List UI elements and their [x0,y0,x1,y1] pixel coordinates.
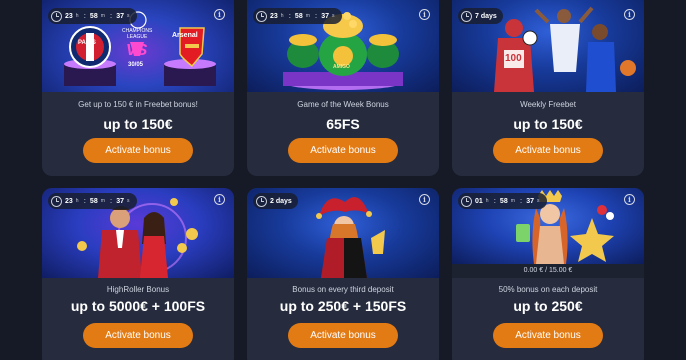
bonus-amount: up to 150€ [513,116,583,132]
jersey-number: 100 [505,53,522,64]
bonus-amount: up to 5000€ + 100FS [70,298,206,314]
countdown-timer: 01 h : 58 m : 37 s [458,193,547,209]
activate-bonus-button[interactable]: Activate bonus [83,138,193,163]
info-icon[interactable]: i [214,194,225,205]
activate-bonus-button[interactable]: Activate bonus [83,323,193,348]
countdown-timer-days: 2 days [253,193,298,209]
bonus-amount: up to 250€ [513,298,583,314]
hero-image-jester: 2 days i [247,188,439,278]
countdown-timer: 23 h : 58 m : 37 s [48,193,137,209]
bonus-amount: 65FS [326,116,360,132]
clock-icon [256,10,267,22]
hero-image-couple: 23 h : 58 m : 37 s i [42,188,234,278]
info-icon[interactable]: i [419,9,430,20]
bonus-card-highroller: 23 h : 58 m : 37 s i HighRoller Bonus up to… [42,188,234,360]
bonus-card-each-deposit: 01 h : 58 m : 37 s i 0.00 € / 15.00 € 50% b… [452,188,644,360]
clock-icon [461,10,472,22]
hero-image-athletes: 100 7 days i [452,0,644,92]
bonus-card-freebet-150: PARIS CHAMPIONS LEAGUE VS Arsenal 30/05 … [42,0,234,176]
info-icon[interactable]: i [624,9,635,20]
bonus-description: Weekly Freebet [520,100,576,109]
countdown-timer-days: 7 days [458,8,503,24]
club-right-text: Arsenal [172,32,198,39]
versus-text: VS [126,42,148,59]
clock-icon [51,195,62,207]
league-title-line2: LEAGUE [127,34,148,40]
bonus-card-weekly-freebet: 100 7 days i Weekly Freebet up to 150€ A… [452,0,644,176]
bonus-grid: PARIS CHAMPIONS LEAGUE VS Arsenal 30/05 … [0,0,686,360]
info-icon[interactable]: i [214,9,225,20]
pot-label: AMIGO [333,64,350,70]
club-left-text: PARIS [78,40,96,46]
bonus-description: Bonus on every third deposit [292,285,394,294]
bonus-description: Game of the Week Bonus [297,100,389,109]
bonus-description: Get up to 150 € in Freebet bonus! [78,100,198,109]
hero-image-champions-league: PARIS CHAMPIONS LEAGUE VS Arsenal 30/05 … [42,0,234,92]
bonus-description: HighRoller Bonus [106,285,170,294]
bonus-description: 50% bonus on each deposit [498,285,598,294]
bonus-card-third-deposit: 2 days i Bonus on every third deposit up… [247,188,439,360]
hero-image-gold-pots: AMIGO 23 h : 58 m : 37 s i [247,0,439,92]
info-icon[interactable]: i [419,194,430,205]
bonus-amount: up to 250€ + 150FS [279,298,407,314]
info-icon[interactable]: i [624,194,635,205]
match-date: 30/05 [128,62,144,68]
activate-bonus-button[interactable]: Activate bonus [288,138,398,163]
clock-icon [256,195,267,207]
activate-bonus-button[interactable]: Activate bonus [288,323,398,348]
wagering-progress-text: 0.00 € / 15.00 € [452,264,644,278]
activate-bonus-button[interactable]: Activate bonus [493,138,603,163]
countdown-timer: 23 h : 58 m : 37 s [253,8,342,24]
activate-bonus-button[interactable]: Activate bonus [493,323,603,348]
countdown-timer: 23 h : 58 m : 37 s [48,8,137,24]
bonus-card-game-of-week: AMIGO 23 h : 58 m : 37 s i Game of the Week… [247,0,439,176]
clock-icon [461,195,472,207]
clock-icon [51,10,62,22]
hero-image-queen: 01 h : 58 m : 37 s i [452,188,644,264]
bonus-amount: up to 150€ [103,116,173,132]
